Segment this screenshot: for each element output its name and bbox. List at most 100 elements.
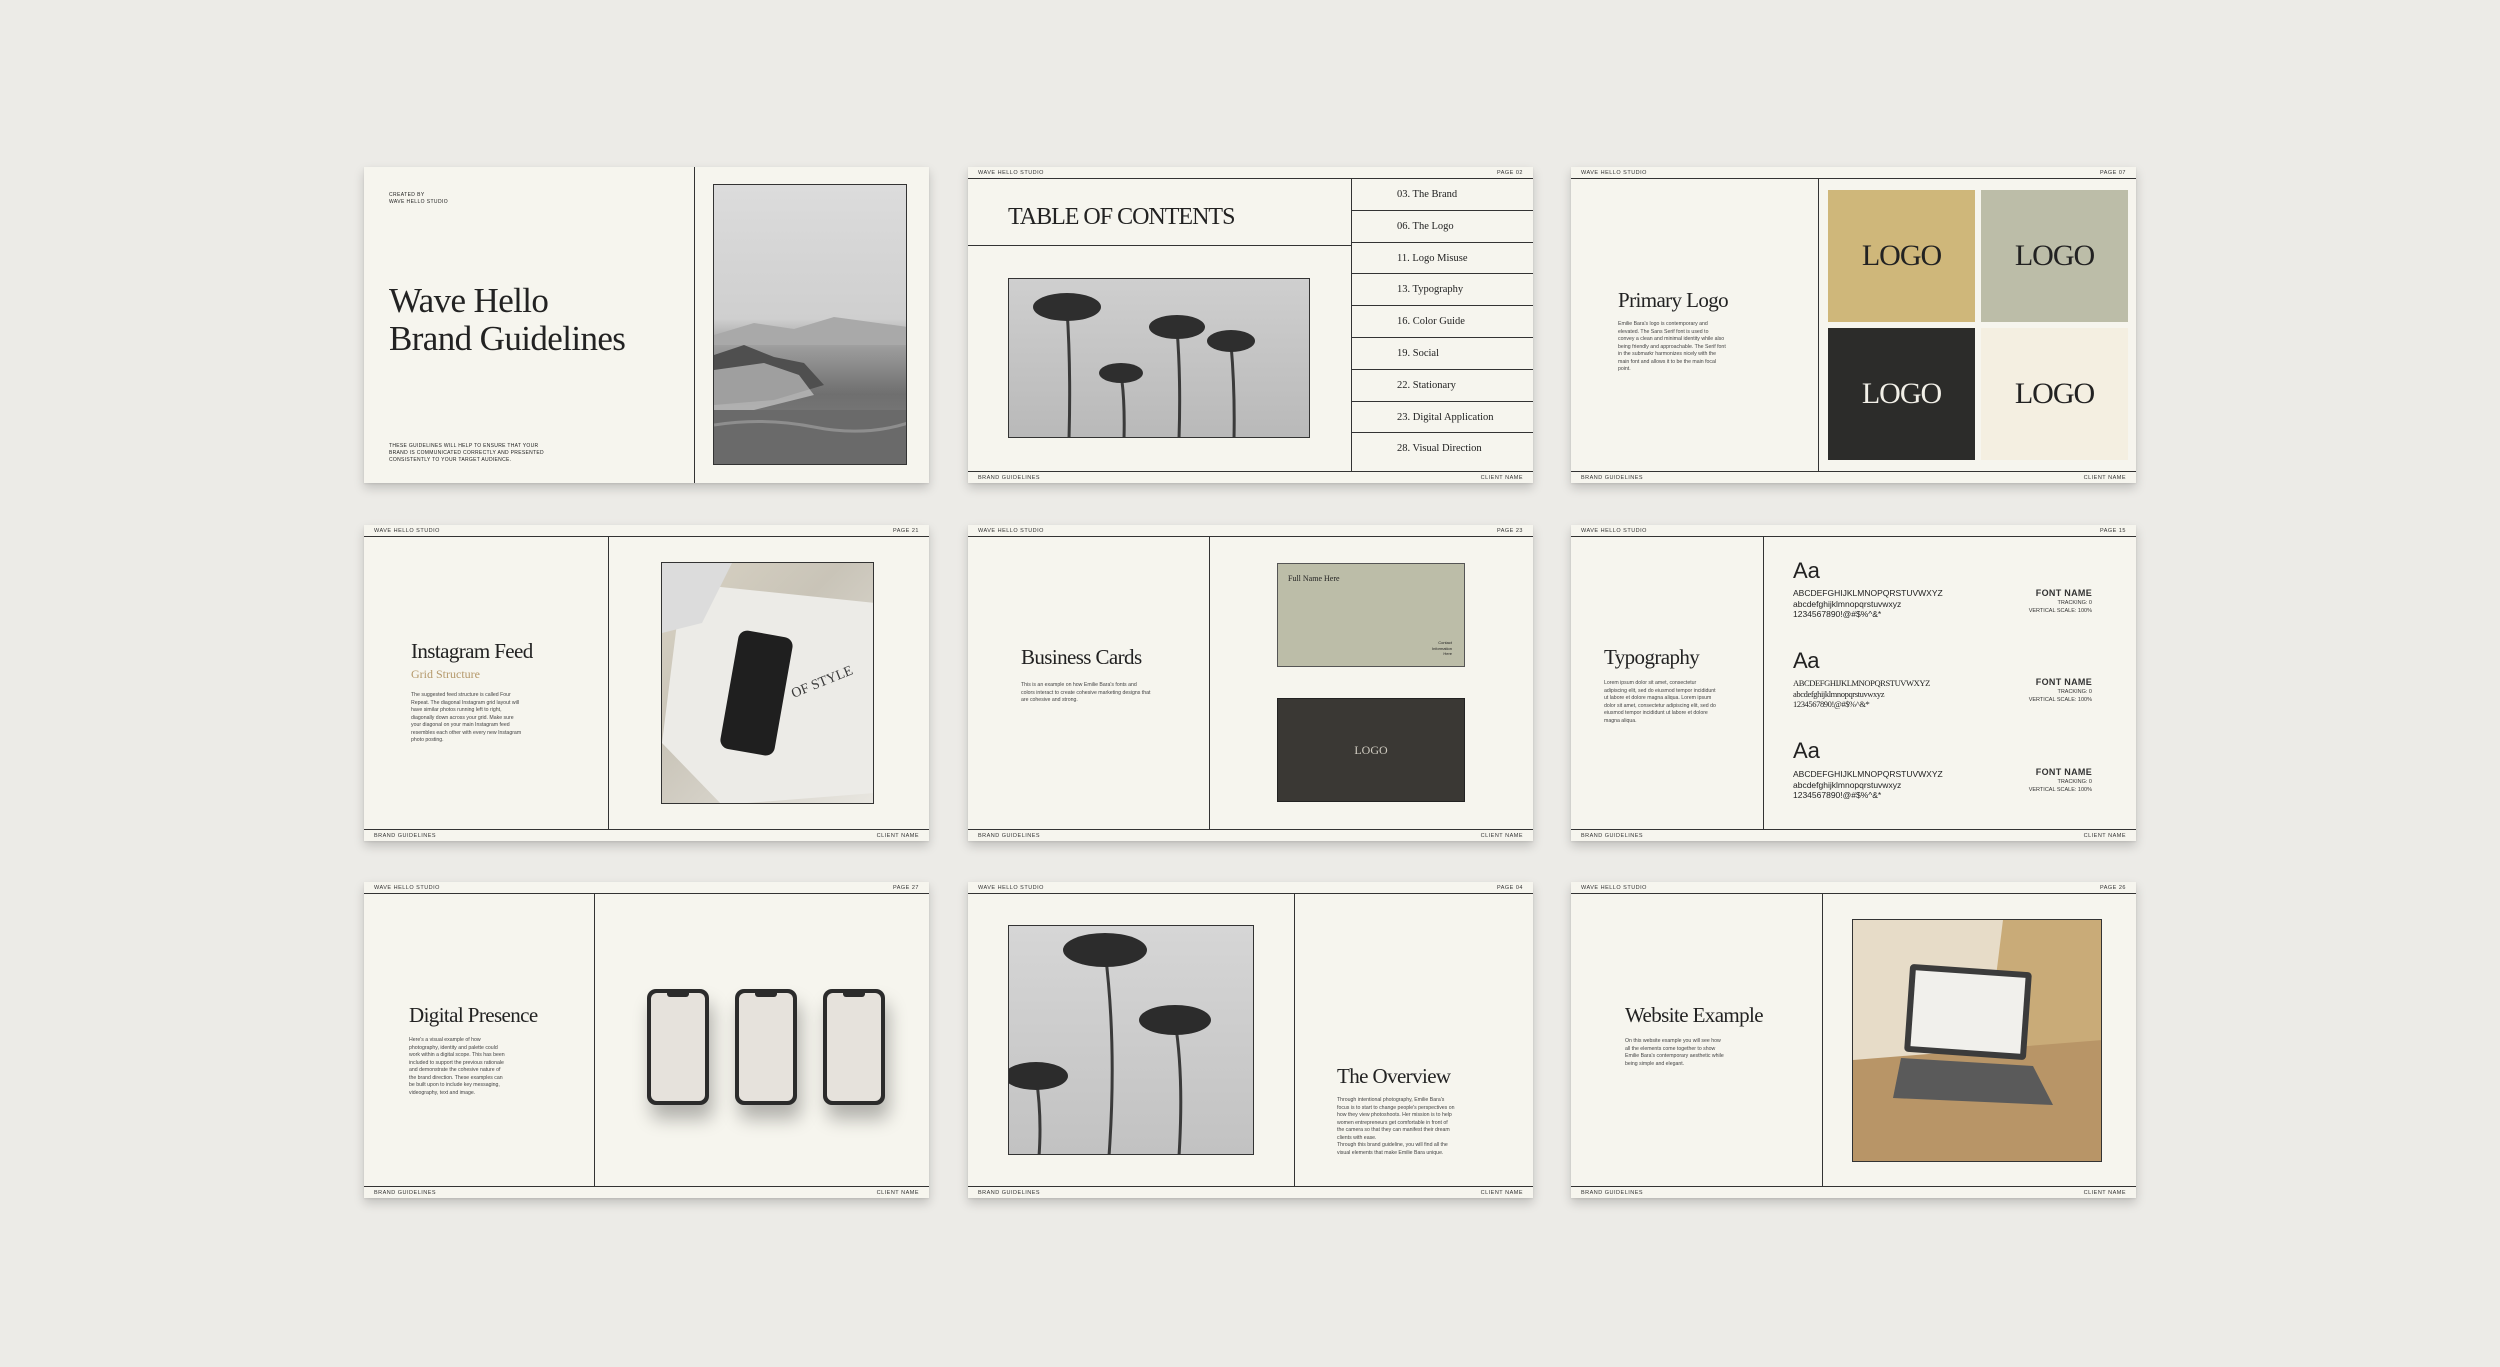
slide-header: WAVE HELLO STUDIO PAGE 07 bbox=[1571, 167, 2136, 179]
footer-right: CLIENT NAME bbox=[2083, 475, 2126, 481]
slide-footer: BRAND GUIDELINES CLIENT NAME bbox=[364, 1186, 929, 1198]
footer-right: CLIENT NAME bbox=[2083, 833, 2126, 839]
toc-item[interactable]: 03. The Brand bbox=[1351, 179, 1533, 211]
slide-title: The Overview bbox=[1337, 1064, 1451, 1088]
font-upper: ABCDEFGHIJKLMNOPQRSTUVWXYZ bbox=[1793, 769, 1943, 779]
toc-title: TABLE OF CONTENTS bbox=[1008, 204, 1235, 230]
slide-digital-presence[interactable]: WAVE HELLO STUDIO PAGE 27 Digital Presen… bbox=[364, 882, 929, 1198]
divider bbox=[1763, 537, 1764, 829]
slide-title: Digital Presence bbox=[409, 1003, 538, 1027]
card-details: Contact Information Here bbox=[1431, 640, 1452, 656]
studio-name: WAVE HELLO STUDIO bbox=[978, 885, 1044, 891]
footer-right: CLIENT NAME bbox=[2083, 1190, 2126, 1196]
font-scale: VERTICAL SCALE: 100% bbox=[2028, 608, 2092, 615]
slide-business-cards[interactable]: WAVE HELLO STUDIO PAGE 23 Business Cards… bbox=[968, 525, 1533, 841]
slide-header: WAVE HELLO STUDIO PAGE 15 bbox=[1571, 525, 2136, 537]
font-scale: VERTICAL SCALE: 100% bbox=[2028, 787, 2092, 794]
font-upper: ABCDEFGHIJKLMNOPQRSTUVWXYZ bbox=[1793, 678, 1930, 688]
cover-tagline: THESE GUIDELINES WILL HELP TO ENSURE THA… bbox=[389, 443, 544, 463]
slide-overview[interactable]: WAVE HELLO STUDIO PAGE 04 The Overview T… bbox=[968, 882, 1533, 1198]
toc-item[interactable]: 19. Social bbox=[1351, 338, 1533, 370]
slide-header: WAVE HELLO STUDIO PAGE 21 bbox=[364, 525, 929, 537]
font-aa: Aa bbox=[1793, 738, 1820, 763]
slide-table-of-contents[interactable]: WAVE HELLO STUDIO PAGE 02 TABLE OF CONTE… bbox=[968, 167, 1533, 483]
palm-trees-illustration bbox=[1009, 933, 1211, 1154]
slide-cover[interactable]: CREATED BY WAVE HELLO STUDIO Wave Hello … bbox=[364, 167, 929, 483]
slide-title: Website Example bbox=[1625, 1003, 1764, 1027]
divider bbox=[608, 537, 609, 829]
font-numbers: 1234567890!@#$%^&* bbox=[1793, 699, 1870, 710]
logo-tile-gold: LOGO bbox=[1828, 190, 1975, 322]
card-name: Full Name Here bbox=[1288, 574, 1340, 583]
font-lower: abcdefghijklmnopqrstuvwxyz bbox=[1793, 598, 1902, 609]
logo-text: LOGO bbox=[1861, 377, 1942, 410]
font-aa: Aa bbox=[1793, 648, 1820, 673]
divider bbox=[1818, 179, 1819, 471]
footer-right: CLIENT NAME bbox=[1480, 1190, 1523, 1196]
slide-primary-logo[interactable]: WAVE HELLO STUDIO PAGE 07 Primary Logo E… bbox=[1571, 167, 2136, 483]
font-scale: VERTICAL SCALE: 100% bbox=[2028, 697, 2092, 704]
footer-right: CLIENT NAME bbox=[1480, 475, 1523, 481]
logo-text: LOGO bbox=[2014, 239, 2095, 272]
slide-typography[interactable]: WAVE HELLO STUDIO PAGE 15 Typography Lor… bbox=[1571, 525, 2136, 841]
logo-tile-dark: LOGO bbox=[1828, 328, 1975, 460]
divider bbox=[1209, 537, 1210, 829]
footer-left: BRAND GUIDELINES bbox=[978, 833, 1041, 839]
toc-item[interactable]: 16. Color Guide bbox=[1351, 306, 1533, 338]
font-spec: FONT NAME TRACKING: 0 VERTICAL SCALE: 10… bbox=[2029, 766, 2092, 795]
toc-item[interactable]: 06. The Logo bbox=[1351, 211, 1533, 243]
footer-left: BRAND GUIDELINES bbox=[374, 1190, 437, 1196]
font-glyphs: ABCDEFGHIJKLMNOPQRSTUVWXYZ abcdefghijklm… bbox=[1793, 769, 1943, 801]
font-numbers: 1234567890!@#$%^&* bbox=[1793, 790, 1882, 801]
footer-left: BRAND GUIDELINES bbox=[1581, 475, 1644, 481]
slide-body: Through intentional photography, Emilie … bbox=[1337, 1097, 1455, 1141]
font-spec: FONT NAME TRACKING: 0 VERTICAL SCALE: 10… bbox=[2029, 676, 2092, 705]
font-glyphs: ABCDEFGHIJKLMNOPQRSTUVWXYZ abcdefghijklm… bbox=[1793, 678, 1930, 710]
cover-title-line2: Brand Guidelines bbox=[389, 318, 626, 358]
slide-footer: BRAND GUIDELINES CLIENT NAME bbox=[1571, 829, 2136, 841]
slide-header: WAVE HELLO STUDIO PAGE 23 bbox=[968, 525, 1533, 537]
divider bbox=[1822, 894, 1823, 1186]
font-name: FONT NAME bbox=[2035, 767, 2092, 777]
logo-text: LOGO bbox=[1861, 239, 1942, 272]
page-number: PAGE 04 bbox=[1496, 885, 1523, 891]
slide-header: WAVE HELLO STUDIO PAGE 27 bbox=[364, 882, 929, 894]
slide-body: Lorem ipsum dolor sit amet, consectetur … bbox=[1604, 680, 1716, 724]
toc-item[interactable]: 28. Visual Direction bbox=[1351, 433, 1533, 465]
footer-left: BRAND GUIDELINES bbox=[1581, 1190, 1644, 1196]
slide-footer: BRAND GUIDELINES CLIENT NAME bbox=[968, 471, 1533, 483]
page-number: PAGE 26 bbox=[2099, 885, 2126, 891]
toc-item[interactable]: 11. Logo Misuse bbox=[1351, 243, 1533, 275]
slide-title: Business Cards bbox=[1021, 645, 1142, 669]
font-numbers: 1234567890!@#$%^&* bbox=[1793, 609, 1882, 620]
laptop-photo bbox=[1852, 919, 2102, 1162]
toc-item[interactable]: 23. Digital Application bbox=[1351, 402, 1533, 434]
logo-text: LOGO bbox=[2014, 377, 2095, 410]
slide-website-example[interactable]: WAVE HELLO STUDIO PAGE 26 Website Exampl… bbox=[1571, 882, 2136, 1198]
business-card-front: Full Name Here Contact Information Here bbox=[1277, 563, 1465, 667]
phone-mockup bbox=[823, 989, 885, 1105]
slide-footer: BRAND GUIDELINES CLIENT NAME bbox=[364, 829, 929, 841]
font-glyphs: ABCDEFGHIJKLMNOPQRSTUVWXYZ abcdefghijklm… bbox=[1793, 588, 1943, 620]
font-spec: FONT NAME TRACKING: 0 VERTICAL SCALE: 10… bbox=[2029, 587, 2092, 616]
toc-list: 03. The Brand 06. The Logo 11. Logo Misu… bbox=[1351, 179, 1533, 471]
palm-photo bbox=[1008, 925, 1254, 1155]
footer-right: CLIENT NAME bbox=[876, 1190, 919, 1196]
toc-item[interactable]: 13. Typography bbox=[1351, 274, 1533, 307]
phone-mockup bbox=[735, 989, 797, 1105]
footer-left: BRAND GUIDELINES bbox=[374, 833, 437, 839]
card-logo: LOGO bbox=[1354, 742, 1388, 757]
logo-tile-cream: LOGO bbox=[1981, 328, 2128, 460]
studio-name: WAVE HELLO STUDIO bbox=[978, 528, 1044, 534]
divider bbox=[968, 245, 1351, 246]
slide-header: WAVE HELLO STUDIO PAGE 04 bbox=[968, 882, 1533, 894]
slide-instagram-feed[interactable]: WAVE HELLO STUDIO PAGE 21 Instagram Feed… bbox=[364, 525, 929, 841]
slide-footer: BRAND GUIDELINES CLIENT NAME bbox=[1571, 1186, 2136, 1198]
slide-title: Primary Logo bbox=[1618, 288, 1729, 312]
font-tracking: TRACKING: 0 bbox=[2057, 689, 2092, 696]
instagram-photo: OF STYLE bbox=[661, 562, 874, 804]
logo-tile-sage: LOGO bbox=[1981, 190, 2128, 322]
laptop-on-chair-illustration bbox=[1853, 920, 2101, 1161]
toc-item[interactable]: 22. Stationary bbox=[1351, 370, 1533, 402]
page-number: PAGE 02 bbox=[1496, 170, 1523, 176]
